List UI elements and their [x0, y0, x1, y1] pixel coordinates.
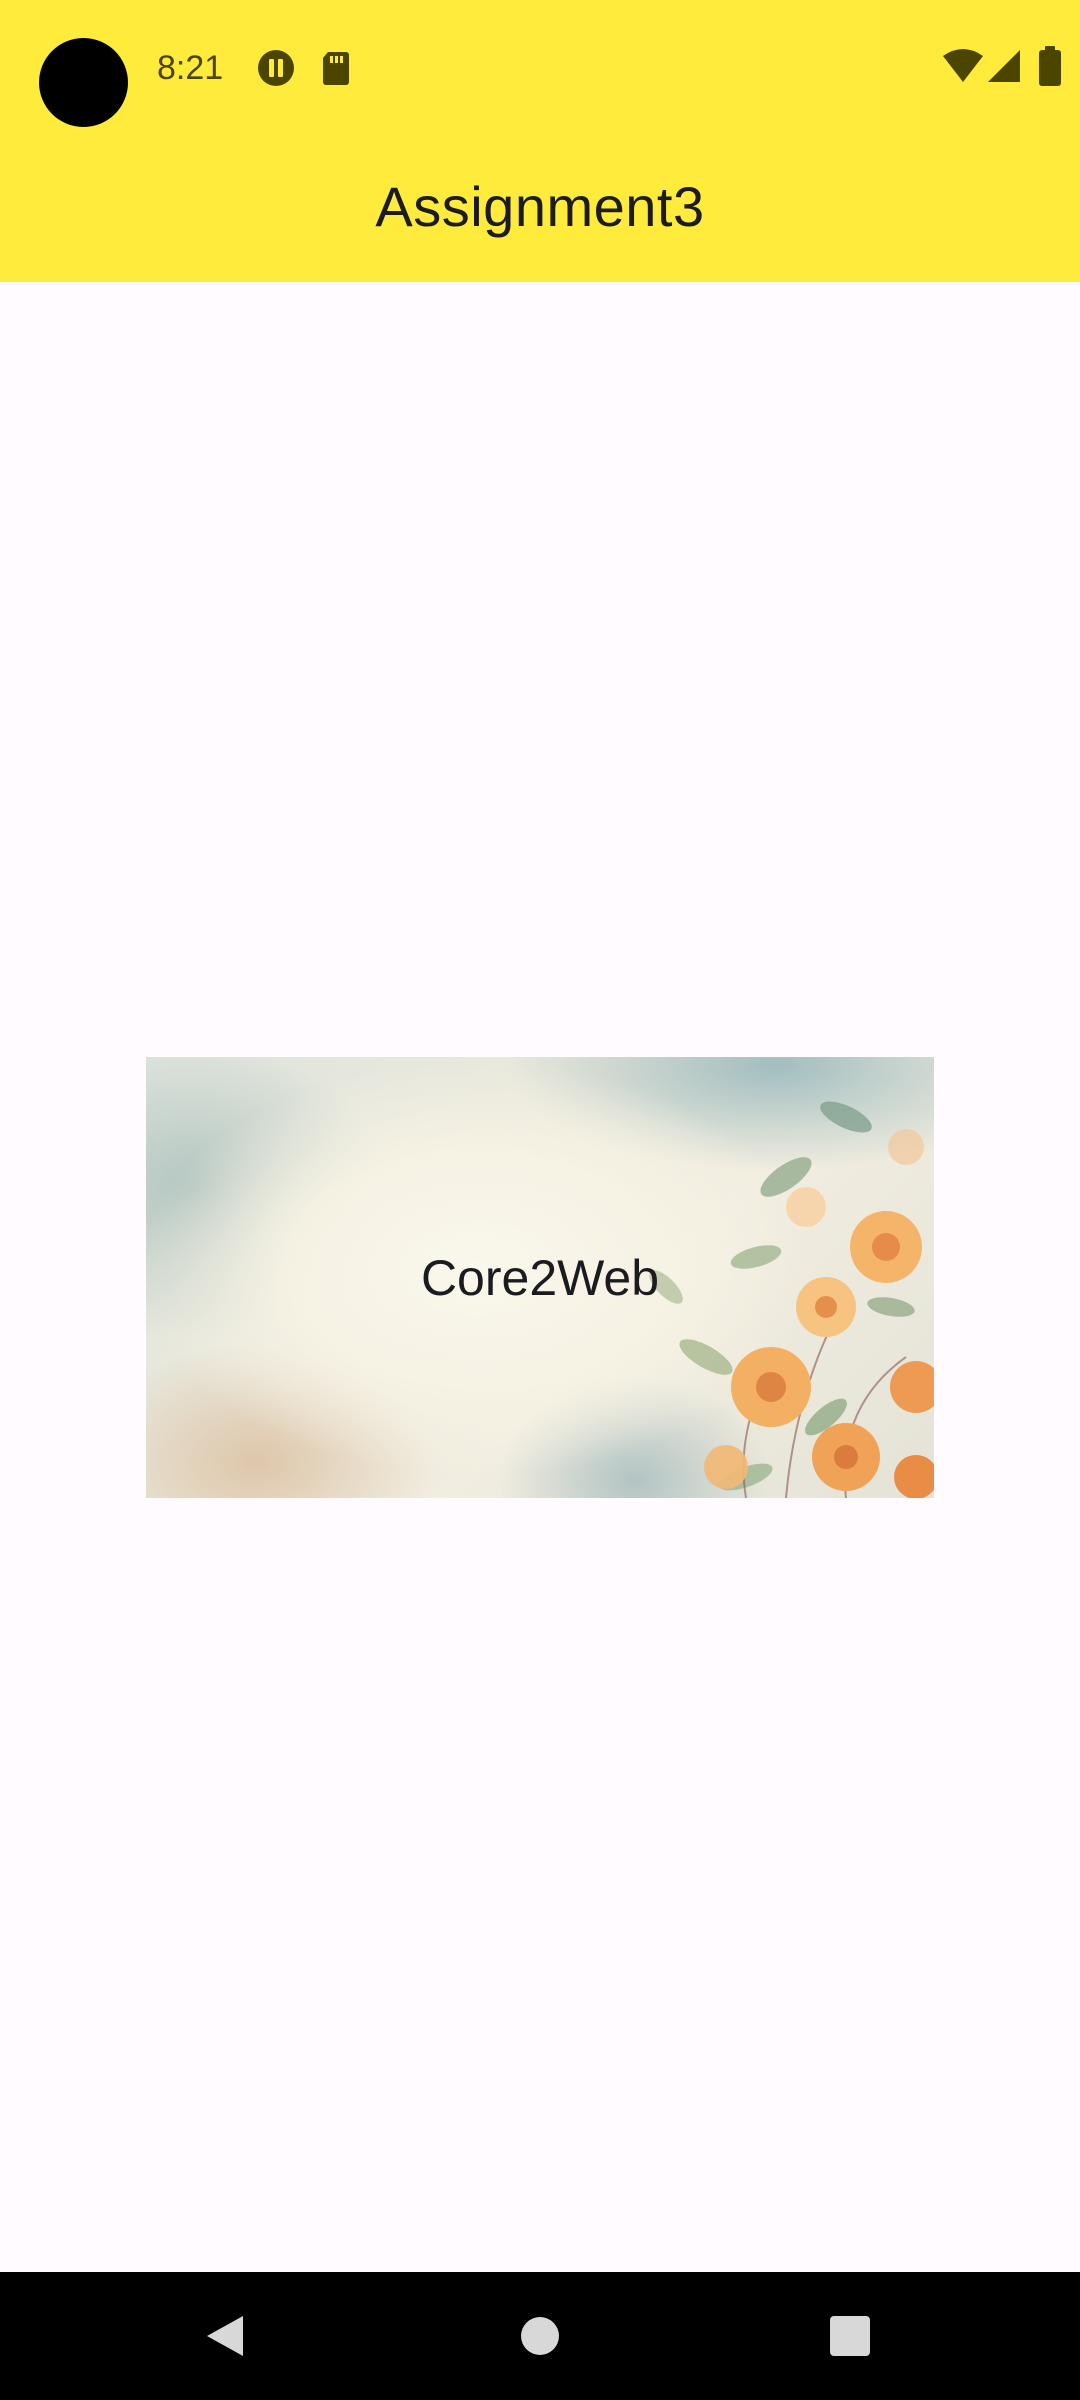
recents-button[interactable] — [808, 2294, 892, 2378]
camera-cutout — [39, 38, 128, 127]
wifi-icon — [942, 46, 984, 86]
top-app-area: 8:21 Assignment3 — [0, 0, 1080, 282]
cellular-signal-icon — [986, 46, 1022, 86]
back-icon — [203, 2312, 247, 2360]
status-bar: 8:21 — [0, 0, 1080, 136]
home-icon — [520, 2316, 560, 2356]
home-button[interactable] — [498, 2294, 582, 2378]
app-bar: Assignment3 — [0, 136, 1080, 282]
status-time: 8:21 — [157, 49, 224, 87]
card-title: Core2Web — [420, 1249, 660, 1306]
main-content: Core2Web — [0, 282, 1080, 2272]
status-right-icons — [943, 46, 1080, 90]
recents-icon — [829, 2315, 871, 2357]
navigation-bar — [0, 2272, 1080, 2400]
core2web-card: Core2Web — [146, 1057, 934, 1498]
app-title: Assignment3 — [375, 175, 705, 238]
battery-icon — [1038, 46, 1062, 88]
sd-card-icon — [316, 48, 356, 88]
pause-circle-icon — [256, 48, 296, 88]
back-button[interactable] — [183, 2294, 267, 2378]
